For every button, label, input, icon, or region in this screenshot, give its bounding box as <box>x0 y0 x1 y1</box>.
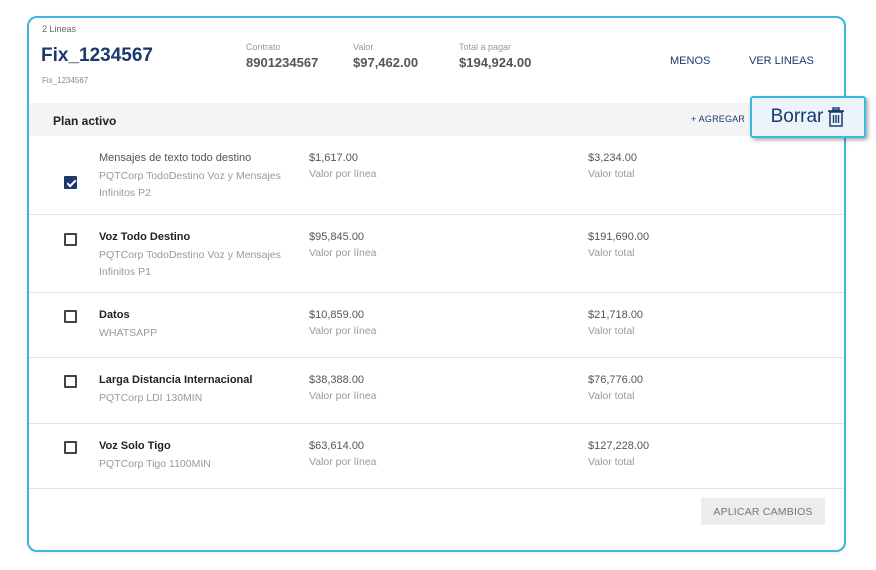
service-description: PQTCorp LDI 130MIN <box>99 392 203 404</box>
delete-label: Borrar <box>770 106 824 127</box>
service-checkbox[interactable] <box>64 310 77 323</box>
service-description: WHATSAPP <box>99 327 158 339</box>
delete-tooltip-button[interactable]: Borrar <box>750 96 866 138</box>
service-row: Mensajes de texto todo destino PQTCorp T… <box>29 136 844 215</box>
service-row: Datos WHATSAPP $10,859.00 Valor por líne… <box>29 293 844 358</box>
service-name: Datos <box>99 309 130 321</box>
total-price: $191,690.00 <box>588 231 650 243</box>
value-label: Valor <box>353 42 374 52</box>
service-description: PQTCorp TodoDestino Voz y Mensajes Infin… <box>99 170 281 199</box>
service-name: Mensajes de texto todo destino <box>99 152 252 164</box>
total-price: $76,776.00 <box>588 374 644 386</box>
trash-icon <box>827 107 845 127</box>
total-price: $127,228.00 <box>588 440 650 452</box>
service-row: Voz Todo Destino PQTCorp TodoDestino Voz… <box>29 215 844 293</box>
unit-price-label: Valor por línea <box>309 456 377 468</box>
plan-title: Plan activo <box>53 114 117 128</box>
unit-price: $1,617.00 <box>309 152 358 164</box>
service-checkbox[interactable] <box>64 176 77 189</box>
total-price-label: Valor total <box>588 456 635 468</box>
total-price-label: Valor total <box>588 168 635 180</box>
service-description: PQTCorp TodoDestino Voz y Mensajes Infin… <box>99 249 281 278</box>
line-card: 2 Lineas Fix_1234567 Fix_1234567 Contrat… <box>27 16 846 552</box>
total-label: Total a pagar <box>459 42 512 52</box>
unit-price-label: Valor por línea <box>309 168 377 180</box>
line-name: Fix_1234567 <box>41 45 153 66</box>
total-price-label: Valor total <box>588 325 635 337</box>
total-price: $21,718.00 <box>588 309 644 321</box>
service-checkbox[interactable] <box>64 233 77 246</box>
value-value: $97,462.00 <box>353 55 419 70</box>
plan-header-bar: Plan activo + AGREGAR <box>29 103 844 136</box>
service-name: Larga Distancia Internacional <box>99 374 253 386</box>
total-price: $3,234.00 <box>588 152 637 164</box>
service-description: PQTCorp Tigo 1100MIN <box>99 458 211 470</box>
total-value: $194,924.00 <box>459 55 532 70</box>
unit-price-label: Valor por línea <box>309 390 377 402</box>
unit-price-label: Valor por línea <box>309 247 377 259</box>
service-name: Voz Todo Destino <box>99 231 191 243</box>
unit-price: $10,859.00 <box>309 309 365 321</box>
line-subtitle: Fix_1234567 <box>42 76 89 85</box>
service-checkbox[interactable] <box>64 441 77 454</box>
unit-price: $38,388.00 <box>309 374 365 386</box>
lines-count: 2 Lineas <box>42 24 77 34</box>
service-row: Voz Solo Tigo PQTCorp Tigo 1100MIN $63,6… <box>29 424 844 489</box>
contract-label: Contrato <box>246 42 281 52</box>
total-price-label: Valor total <box>588 390 635 402</box>
ver-lineas-button[interactable]: VER LINEAS <box>749 55 814 67</box>
service-checkbox[interactable] <box>64 375 77 388</box>
menos-button[interactable]: MENOS <box>670 55 710 67</box>
total-price-label: Valor total <box>588 247 635 259</box>
contract-value: 8901234567 <box>246 55 319 70</box>
unit-price: $63,614.00 <box>309 440 365 452</box>
unit-price-label: Valor por línea <box>309 325 377 337</box>
service-row: Larga Distancia Internacional PQTCorp LD… <box>29 358 844 424</box>
service-name: Voz Solo Tigo <box>99 440 171 452</box>
add-button[interactable]: + AGREGAR <box>691 114 745 124</box>
apply-changes-button[interactable]: APLICAR CAMBIOS <box>701 498 825 525</box>
unit-price: $95,845.00 <box>309 231 365 243</box>
